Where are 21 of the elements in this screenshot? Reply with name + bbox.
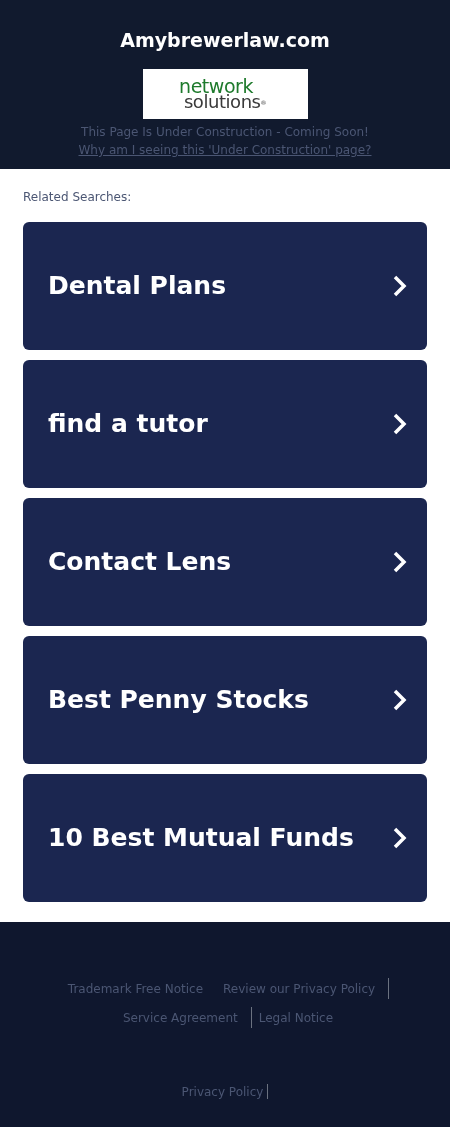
search-link-card[interactable]: Dental Plans — [23, 222, 427, 350]
notice-text: This Page Is Under Construction - Coming Soon! — [81, 124, 369, 141]
footer-link[interactable]: Review our Privacy Policy — [223, 982, 376, 996]
footer-link[interactable]: Privacy Policy — [181, 1085, 264, 1099]
section-heading: Related Searches: — [23, 189, 133, 205]
chevron-icon — [393, 827, 407, 849]
footer-link[interactable]: Service Agreement — [122, 1011, 238, 1025]
chevron-icon — [393, 689, 407, 711]
footer-link[interactable]: Legal Notice — [258, 1011, 334, 1025]
chevron-icon — [393, 413, 407, 435]
search-link-card[interactable]: Best Penny Stocks — [23, 636, 427, 764]
search-link-card[interactable]: find a tutor — [23, 360, 427, 488]
chevron-icon — [393, 551, 407, 573]
footer-link[interactable]: Trademark Free Notice — [67, 982, 204, 996]
site-title: Amybrewerlaw.com — [120, 29, 330, 51]
search-link-card[interactable]: Contact Lens — [23, 498, 427, 626]
notice-link[interactable]: Why am I seeing this 'Under Construction' page? — [78, 141, 372, 159]
search-link-card[interactable]: 10 Best Mutual Funds — [23, 774, 427, 902]
logo-text: solutions$^{®}$ — [183, 94, 267, 109]
logo-text: network — [179, 79, 253, 94]
chevron-icon — [393, 275, 407, 297]
